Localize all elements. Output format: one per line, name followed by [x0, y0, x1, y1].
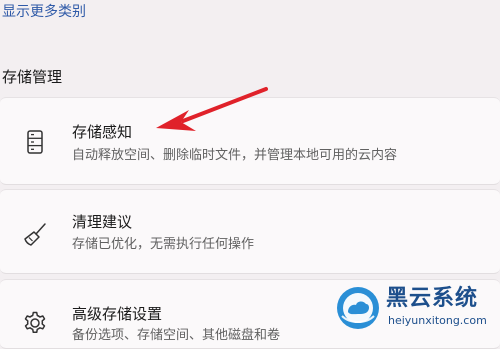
show-more-categories-link[interactable]: 显示更多类别: [2, 3, 86, 21]
advanced-storage-settings-title: 高级存储设置: [72, 305, 163, 323]
storage-drive-icon: [27, 130, 43, 154]
cloud-logo-icon: [337, 287, 379, 329]
cleanup-recommendations-description: 存储已优化，无需执行任何操作: [72, 237, 255, 252]
storage-sense-title: 存储感知: [72, 123, 133, 141]
watermark-name: 黑云系统: [386, 286, 479, 311]
gear-icon: [24, 311, 46, 334]
watermark-url: heiyunxitong.com: [388, 314, 487, 327]
section-title-storage-management: 存储管理: [2, 68, 63, 86]
broom-icon: [24, 223, 46, 246]
advanced-storage-settings-description: 备份选项、存储空间、其他磁盘和卷: [72, 328, 281, 343]
cleanup-recommendations-title: 清理建议: [72, 213, 133, 231]
cleanup-recommendations-card[interactable]: 清理建议 存储已优化，无需执行任何操作: [0, 189, 500, 274]
storage-sense-description: 自动释放空间、删除临时文件，并管理本地可用的云内容: [72, 148, 398, 163]
watermark: 黑云系统 heiyunxitong.com: [336, 284, 500, 333]
storage-sense-card[interactable]: 存储感知 自动释放空间、删除临时文件，并管理本地可用的云内容: [0, 97, 500, 185]
